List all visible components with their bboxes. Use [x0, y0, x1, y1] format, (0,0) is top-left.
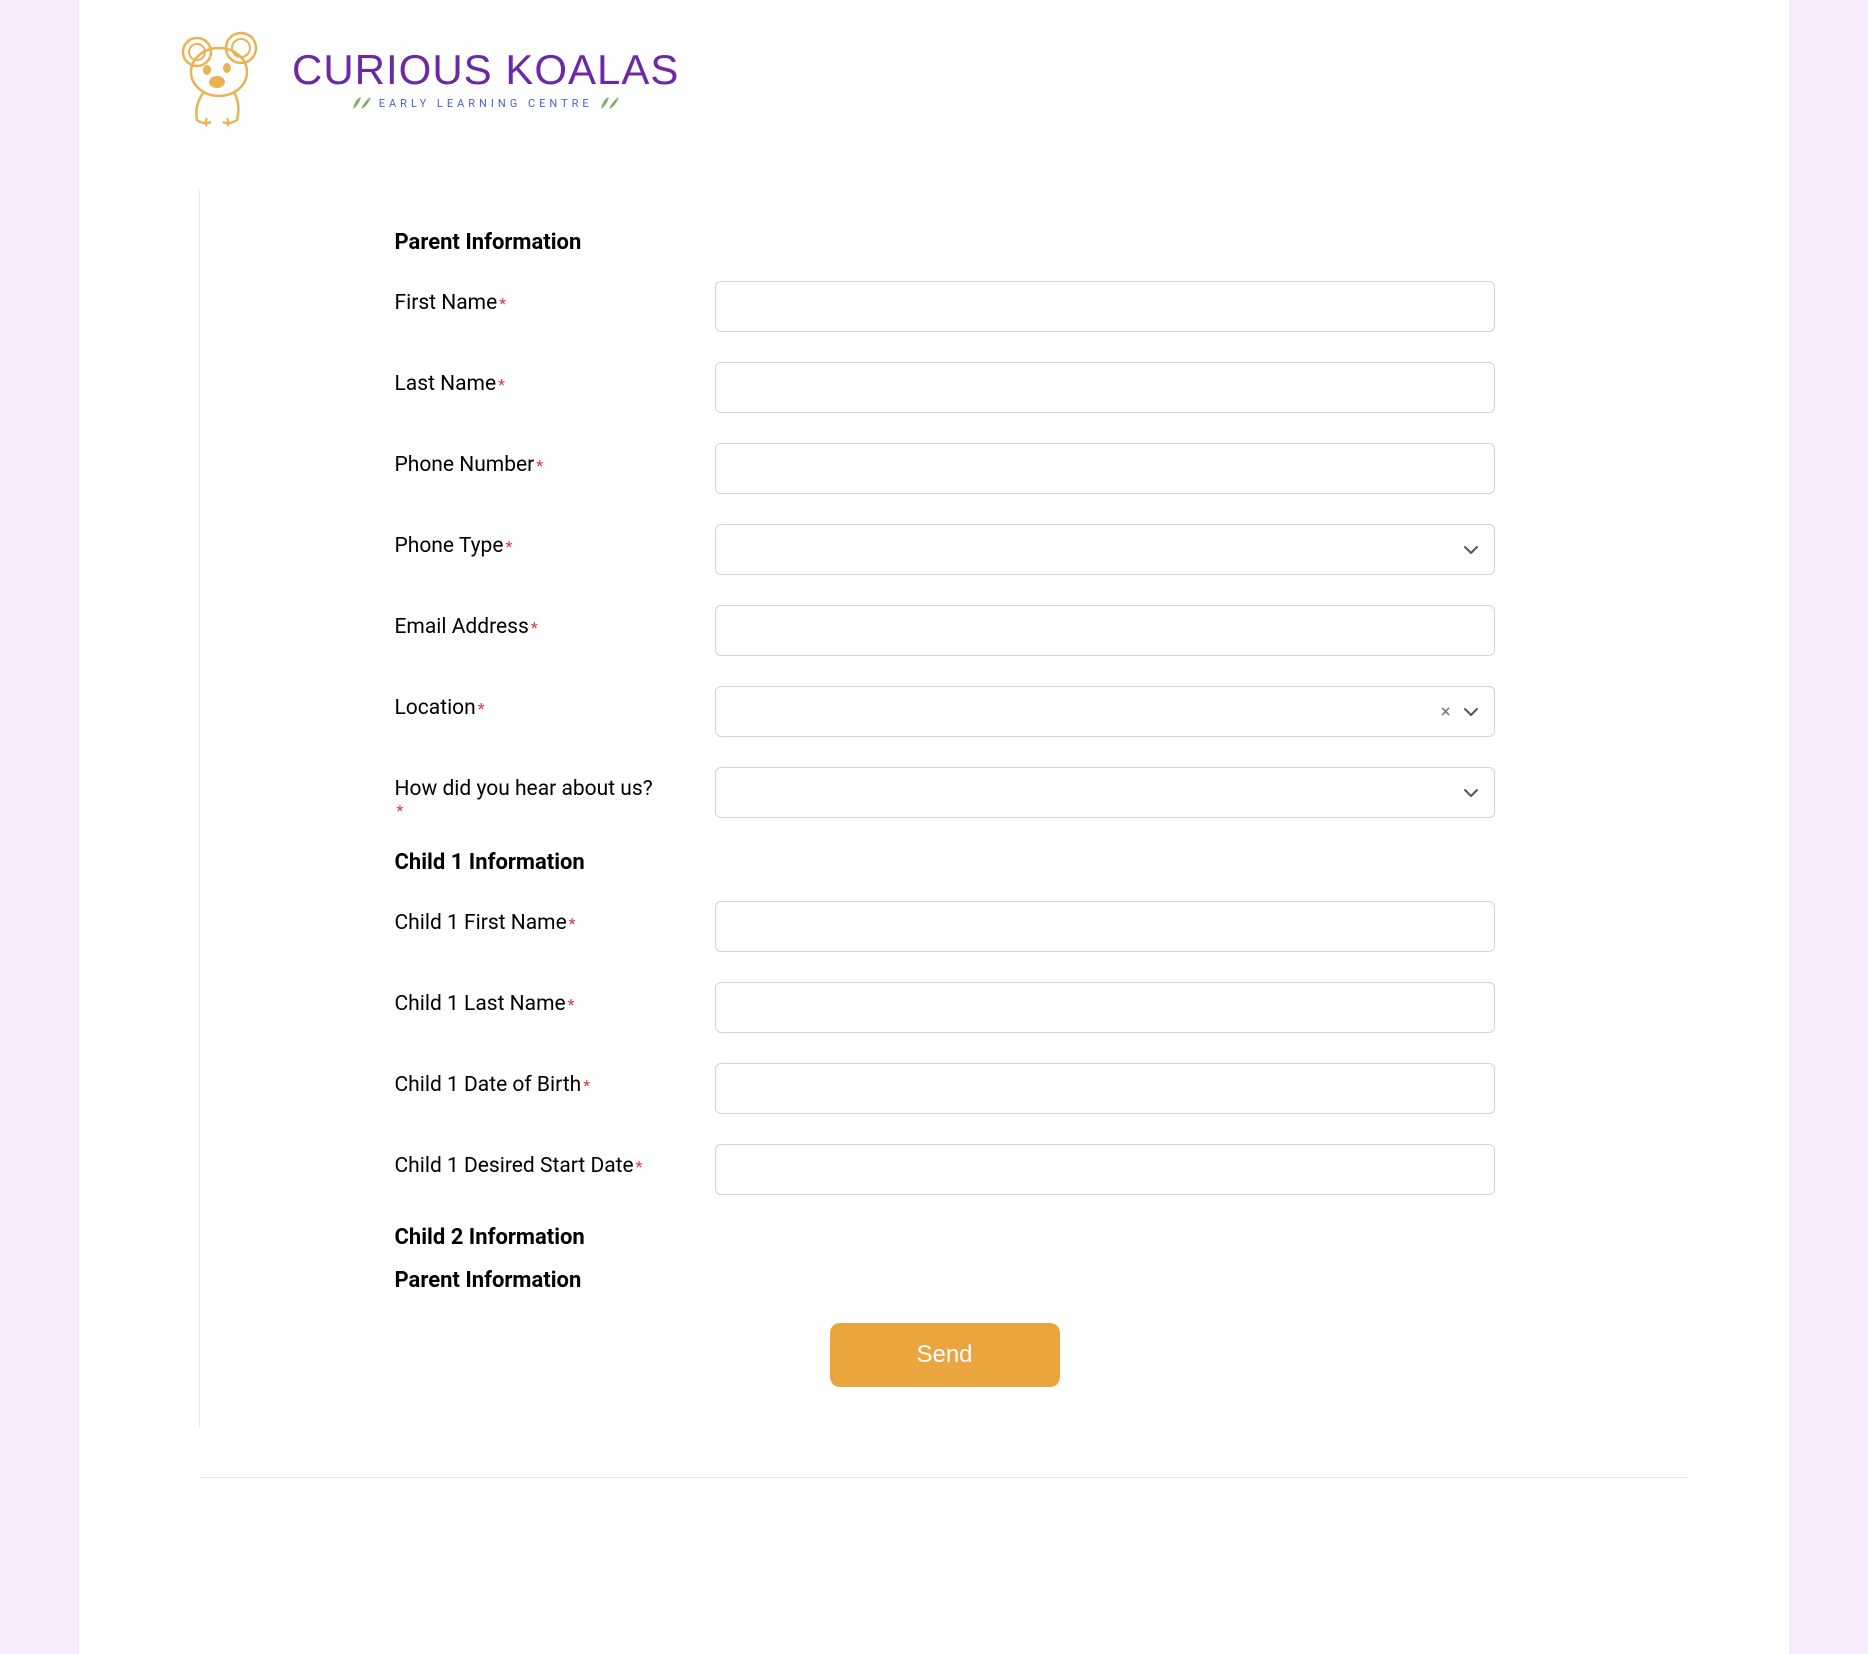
form-inner: Parent Information First Name* Last Name…: [375, 230, 1515, 1387]
required-star: *: [478, 699, 485, 718]
required-star: *: [397, 801, 404, 820]
required-star: *: [583, 1076, 590, 1095]
koala-icon: [179, 30, 284, 130]
phone-number-input[interactable]: [715, 443, 1495, 494]
first-name-input[interactable]: [715, 281, 1495, 332]
parent-info-heading-2: Parent Information: [395, 1268, 1495, 1293]
brand-tagline-wrapper: EARLY LEARNING CENTRE: [351, 95, 621, 111]
row-email: Email Address*: [395, 605, 1495, 656]
email-input[interactable]: [715, 605, 1495, 656]
child1-start-date-input[interactable]: [715, 1144, 1495, 1195]
row-first-name: First Name*: [395, 281, 1495, 332]
child2-info-heading: Child 2 Information: [395, 1225, 1495, 1250]
how-heard-select[interactable]: [715, 767, 1495, 818]
label-email: Email Address: [395, 615, 529, 639]
required-star: *: [636, 1157, 643, 1176]
label-child1-first-name: Child 1 First Name: [395, 911, 567, 935]
last-name-input[interactable]: [715, 362, 1495, 413]
row-child1-last-name: Child 1 Last Name*: [395, 982, 1495, 1033]
phone-type-select[interactable]: [715, 524, 1495, 575]
child1-dob-input[interactable]: [715, 1063, 1495, 1114]
clear-icon[interactable]: ×: [1441, 701, 1451, 722]
brand-tagline-text: EARLY LEARNING CENTRE: [379, 97, 593, 110]
row-phone-type: Phone Type*: [395, 524, 1495, 575]
footer-divider: [199, 1477, 1689, 1478]
label-phone-number: Phone Number: [395, 453, 535, 477]
label-phone-type: Phone Type: [395, 534, 504, 558]
row-child1-first-name: Child 1 First Name*: [395, 901, 1495, 952]
child1-info-heading: Child 1 Information: [395, 850, 1495, 875]
required-star: *: [536, 456, 543, 475]
leaf-right-icon: [599, 95, 621, 111]
label-location: Location: [395, 696, 476, 720]
label-first-name: First Name: [395, 291, 498, 315]
header: CURIOUS KOALAS EARLY LEARNING CENTRE: [179, 30, 1689, 130]
row-how-heard: How did you hear about us?*: [395, 767, 1495, 820]
required-star: *: [531, 618, 538, 637]
row-phone-number: Phone Number*: [395, 443, 1495, 494]
row-child1-start-date: Child 1 Desired Start Date*: [395, 1144, 1495, 1195]
leaf-left-icon: [351, 95, 373, 111]
row-location: Location* ×: [395, 686, 1495, 737]
row-child1-dob: Child 1 Date of Birth*: [395, 1063, 1495, 1114]
child1-first-name-input[interactable]: [715, 901, 1495, 952]
label-last-name: Last Name: [395, 372, 497, 396]
required-star: *: [499, 294, 506, 313]
logo[interactable]: CURIOUS KOALAS EARLY LEARNING CENTRE: [179, 30, 679, 130]
required-star: *: [569, 914, 576, 933]
label-child1-last-name: Child 1 Last Name: [395, 992, 566, 1016]
parent-info-heading: Parent Information: [395, 230, 1495, 255]
required-star: *: [568, 995, 575, 1014]
form-wrapper: Parent Information First Name* Last Name…: [199, 190, 1689, 1427]
required-star: *: [498, 375, 505, 394]
brand-text: CURIOUS KOALAS EARLY LEARNING CENTRE: [292, 49, 679, 111]
required-star: *: [505, 537, 512, 556]
label-child1-start-date: Child 1 Desired Start Date: [395, 1154, 634, 1178]
label-how-heard: How did you hear about us?: [395, 777, 653, 801]
send-button[interactable]: Send: [830, 1323, 1060, 1387]
label-child1-dob: Child 1 Date of Birth: [395, 1073, 582, 1097]
page-container: CURIOUS KOALAS EARLY LEARNING CENTRE Par…: [79, 0, 1789, 1654]
child1-last-name-input[interactable]: [715, 982, 1495, 1033]
location-select[interactable]: [715, 686, 1495, 737]
row-last-name: Last Name*: [395, 362, 1495, 413]
brand-name: CURIOUS KOALAS: [292, 49, 679, 91]
